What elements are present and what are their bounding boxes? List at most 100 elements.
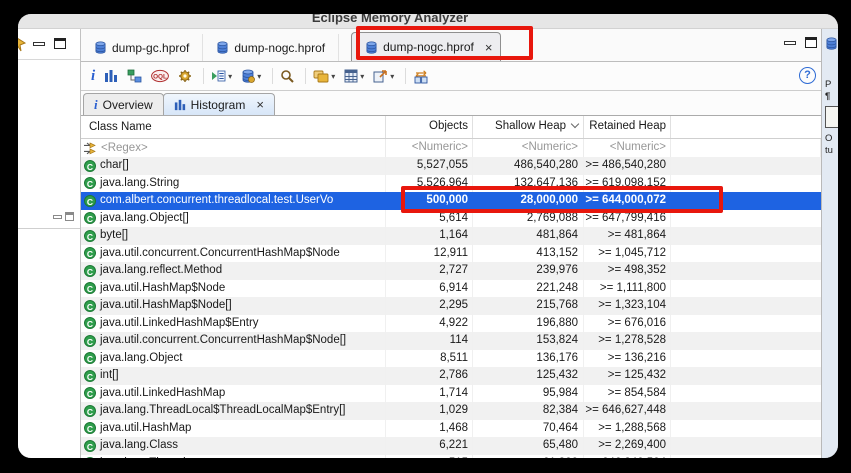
shallow-heap-filter-input[interactable]: <Numeric> bbox=[473, 139, 584, 157]
class-icon: C bbox=[84, 352, 96, 365]
shallow-heap-value: 153,824 bbox=[473, 332, 584, 350]
column-header-retained-heap[interactable]: Retained Heap bbox=[584, 116, 671, 138]
heap-info-button[interactable]: i bbox=[91, 69, 95, 84]
view-tab-bar: i Overview Histogram × bbox=[81, 91, 821, 116]
left-panel-restore-controls[interactable] bbox=[53, 212, 74, 221]
oql-button[interactable]: OQL bbox=[151, 69, 170, 83]
shallow-heap-value: 221,248 bbox=[473, 279, 584, 297]
class-name: java.lang.String bbox=[100, 176, 180, 189]
restore-icon[interactable] bbox=[65, 212, 74, 221]
tab-histogram[interactable]: Histogram × bbox=[162, 93, 275, 115]
search-button[interactable] bbox=[280, 69, 294, 83]
table-row[interactable]: Cjava.util.HashMap 1,468 70,464 >= 1,288… bbox=[81, 419, 821, 437]
objects-value: 4,922 bbox=[386, 314, 473, 332]
class-name: java.lang.reflect.Method bbox=[100, 264, 223, 277]
class-name: java.util.concurrent.ConcurrentHashMap$N… bbox=[100, 246, 340, 259]
query-browser-button[interactable]: ▾ bbox=[211, 69, 232, 83]
maximize-view-button[interactable] bbox=[54, 38, 66, 49]
column-header-class-name[interactable]: Class Name bbox=[81, 116, 386, 138]
objects-value: 515 bbox=[386, 454, 473, 458]
acquire-heap-dump-button[interactable]: ▾ bbox=[241, 69, 261, 83]
column-header-objects[interactable]: Objects bbox=[386, 116, 473, 138]
dropdown-icon: ▾ bbox=[390, 71, 395, 81]
help-icon[interactable]: ? bbox=[799, 67, 816, 84]
dominator-tree-button[interactable] bbox=[127, 69, 142, 83]
group-result-button[interactable]: ▾ bbox=[313, 69, 335, 83]
class-icon: C bbox=[84, 404, 96, 417]
minimize-view-button[interactable] bbox=[33, 42, 45, 46]
clipped-thumbnail bbox=[825, 106, 838, 128]
filter-row: <Regex> <Numeric> <Numeric> <Numeric> bbox=[81, 139, 821, 157]
workbench: dump-gc.hprof dump-nogc.hprof dump-nogc.… bbox=[18, 29, 838, 458]
retained-heap-value: >= 646,627,448 bbox=[584, 402, 671, 420]
class-icon: C bbox=[84, 159, 96, 172]
shallow-heap-value: 125,432 bbox=[473, 367, 584, 385]
class-icon: C bbox=[84, 299, 96, 312]
class-icon: C bbox=[84, 422, 96, 435]
table-row[interactable]: Cjava.util.LinkedHashMap$Entry 4,922 196… bbox=[81, 314, 821, 332]
clipped-text: tu bbox=[825, 145, 833, 156]
dropdown-icon: ▾ bbox=[228, 71, 233, 81]
tab-dump-nogc-hprof[interactable]: dump-nogc.hprof bbox=[203, 34, 340, 61]
shallow-heap-value: 82,384 bbox=[473, 402, 584, 420]
objects-value: 2,786 bbox=[386, 367, 473, 385]
query-list-icon bbox=[212, 70, 226, 82]
maximize-editor-button[interactable] bbox=[805, 37, 817, 48]
minimize-icon[interactable] bbox=[53, 214, 62, 219]
table-row[interactable]: Cchar[] 5,527,055 486,540,280 >= 486,540… bbox=[81, 157, 821, 175]
retained-heap-value: >= 1,111,800 bbox=[584, 279, 671, 297]
table-row[interactable]: Cjava.util.HashMap$Node 6,914 221,248 >=… bbox=[81, 279, 821, 297]
heap-dump-gear-icon bbox=[241, 69, 256, 83]
toolbar-separator bbox=[305, 68, 307, 84]
table-row[interactable]: Cbyte[] 1,164 481,864 >= 481,864 bbox=[81, 227, 821, 245]
table-row[interactable]: Cjava.util.concurrent.ConcurrentHashMap$… bbox=[81, 332, 821, 350]
objects-filter-input[interactable]: <Numeric> bbox=[386, 139, 473, 157]
class-name: java.lang.Object[] bbox=[100, 211, 189, 224]
minimize-editor-button[interactable] bbox=[784, 40, 796, 45]
shallow-heap-value: 65,480 bbox=[473, 437, 584, 455]
export-button[interactable]: ▾ bbox=[373, 69, 394, 83]
table-row[interactable]: Cjava.lang.reflect.Method 2,727 239,976 … bbox=[81, 262, 821, 280]
tab-dump-gc-hprof[interactable]: dump-gc.hprof bbox=[81, 34, 204, 61]
compare-icon bbox=[414, 69, 428, 83]
dropdown-icon: ▾ bbox=[360, 71, 365, 81]
tab-overview[interactable]: i Overview bbox=[83, 93, 164, 115]
shallow-heap-value: 239,976 bbox=[473, 262, 584, 280]
compare-tables-button[interactable] bbox=[413, 69, 429, 84]
annotation-rectangle-active-tab bbox=[356, 26, 533, 60]
close-tab-icon[interactable]: × bbox=[256, 98, 264, 111]
search-icon bbox=[281, 70, 294, 83]
histogram-icon bbox=[174, 99, 186, 111]
inspector-panel-clipped: P ¶ O tu bbox=[822, 29, 838, 458]
table-row[interactable]: Cjava.lang.Thread 515 61,800 >= 646,840,… bbox=[81, 454, 821, 458]
table-row[interactable]: Cjava.lang.Object 8,511 136,176 >= 136,2… bbox=[81, 349, 821, 367]
retained-heap-value: >= 1,288,568 bbox=[584, 419, 671, 437]
heap-dump-icon bbox=[825, 37, 838, 50]
calculate-retained-size-button[interactable]: ▾ bbox=[344, 69, 364, 83]
retained-heap-filter-input[interactable]: <Numeric> bbox=[584, 139, 671, 157]
table-row[interactable]: Cjava.util.HashMap$Node[] 2,295 215,768 … bbox=[81, 297, 821, 315]
screenshot-stage: Eclipse Memory Analyzer dump-gc.hprof du… bbox=[0, 0, 851, 473]
toolbar-separator bbox=[405, 68, 407, 84]
class-icon: C bbox=[84, 369, 96, 382]
table-row[interactable]: Cjava.util.concurrent.ConcurrentHashMap$… bbox=[81, 244, 821, 262]
class-icon: C bbox=[84, 194, 96, 207]
objects-value: 12,911 bbox=[386, 244, 473, 262]
shallow-heap-value: 486,540,280 bbox=[473, 157, 584, 175]
shallow-heap-value: 61,800 bbox=[473, 454, 584, 458]
table-row[interactable]: Cint[] 2,786 125,432 >= 125,432 bbox=[81, 367, 821, 385]
left-view-panel bbox=[18, 29, 81, 458]
svg-text:OQL: OQL bbox=[153, 74, 167, 81]
class-icon: C bbox=[84, 334, 96, 347]
column-header-shallow-heap[interactable]: Shallow Heap bbox=[473, 116, 584, 138]
table-row[interactable]: Cjava.util.LinkedHashMap 1,714 95,984 >=… bbox=[81, 384, 821, 402]
thread-overview-button[interactable] bbox=[178, 69, 192, 83]
objects-value: 1,714 bbox=[386, 384, 473, 402]
table-row[interactable]: Cjava.lang.Class 6,221 65,480 >= 2,269,4… bbox=[81, 437, 821, 455]
table-row[interactable]: Cjava.lang.ThreadLocal$ThreadLocalMap$En… bbox=[81, 402, 821, 420]
class-icon: C bbox=[84, 247, 96, 260]
editor-toolbar: i OQL ▾ ▾ ▾ ▾ ▾ ? bbox=[81, 62, 821, 91]
regex-filter-input[interactable]: <Regex> bbox=[101, 140, 148, 157]
histogram-button[interactable] bbox=[104, 69, 118, 83]
class-name: java.util.LinkedHashMap bbox=[100, 386, 226, 399]
